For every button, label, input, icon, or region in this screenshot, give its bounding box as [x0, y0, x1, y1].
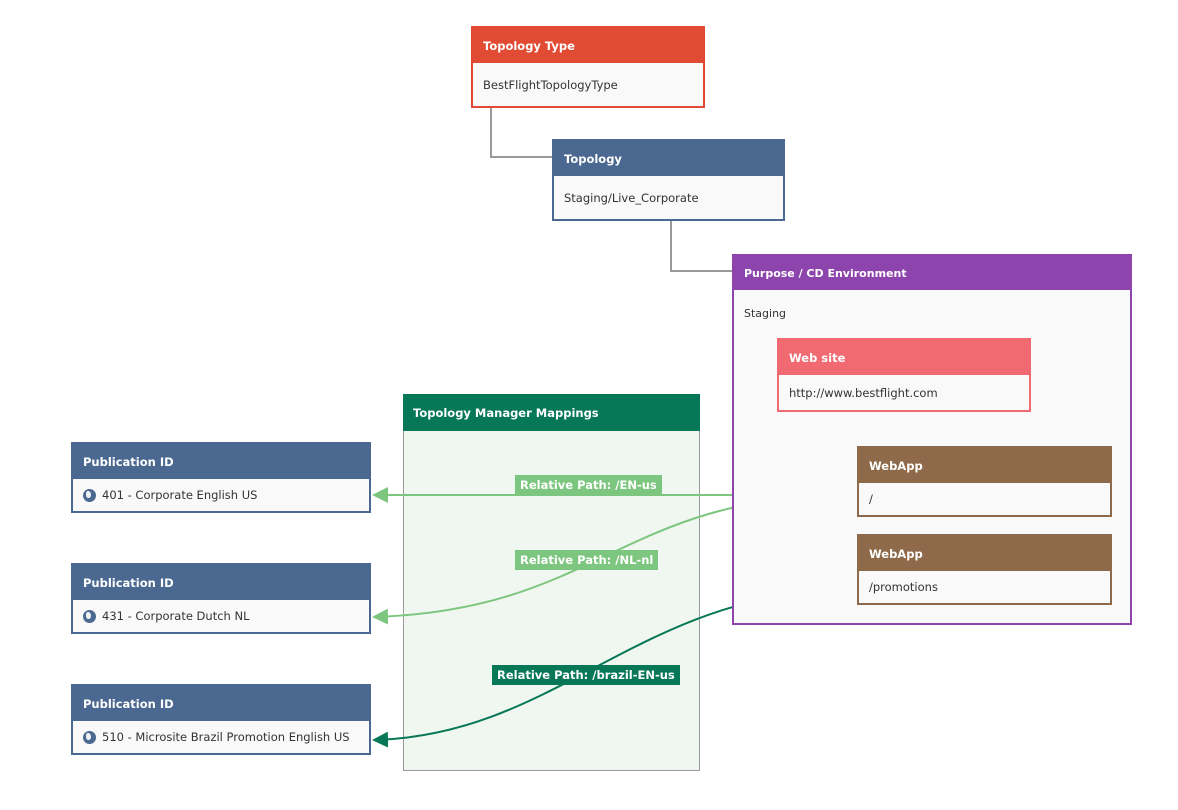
webapp-path: /promotions	[869, 580, 938, 594]
website-box: Web site http://www.bestflight.com	[777, 338, 1031, 412]
publication-box: Publication ID 431 - Corporate Dutch NL	[71, 563, 371, 634]
publication-row: 401 - Corporate English US	[73, 479, 369, 511]
publication-value: 401 - Corporate English US	[102, 488, 258, 502]
webapp-box: WebApp /	[857, 446, 1112, 517]
publication-value: 510 - Microsite Brazil Promotion English…	[102, 730, 350, 744]
mapping-label-en-us: Relative Path: /EN-us	[515, 475, 662, 495]
connector-topology-purpose	[670, 220, 732, 272]
globe-icon	[83, 609, 96, 623]
purpose-value: Staging	[744, 306, 787, 320]
connector-type-topology	[490, 107, 552, 158]
publication-header: Publication ID	[73, 686, 369, 721]
website-header: Web site	[779, 340, 1029, 375]
mapping-label-nl-nl: Relative Path: /NL-nl	[515, 550, 659, 570]
purpose-header: Purpose / CD Environment	[734, 256, 1130, 290]
mapping-label-brazil: Relative Path: /brazil-EN-us	[492, 665, 680, 685]
publication-value: 431 - Corporate Dutch NL	[102, 609, 250, 623]
globe-icon	[83, 488, 96, 502]
publication-header: Publication ID	[73, 565, 369, 600]
globe-icon	[83, 730, 96, 744]
webapp-box: WebApp /promotions	[857, 534, 1112, 605]
topology-type-value: BestFlightTopologyType	[483, 77, 618, 92]
publication-row: 510 - Microsite Brazil Promotion English…	[73, 721, 369, 753]
publication-box: Publication ID 510 - Microsite Brazil Pr…	[71, 684, 371, 755]
publication-row: 431 - Corporate Dutch NL	[73, 600, 369, 632]
webapp-header: WebApp	[859, 448, 1110, 483]
topology-header: Topology	[554, 141, 783, 176]
publication-box: Publication ID 401 - Corporate English U…	[71, 442, 371, 513]
webapp-path: /	[869, 492, 873, 506]
topology-type-box: Topology Type BestFlightTopologyType	[471, 26, 705, 108]
webapp-header: WebApp	[859, 536, 1110, 571]
topology-box: Topology Staging/Live_Corporate	[552, 139, 785, 221]
topology-type-header: Topology Type	[473, 28, 703, 63]
topology-value: Staging/Live_Corporate	[564, 190, 699, 205]
publication-header: Publication ID	[73, 444, 369, 479]
website-url: http://www.bestflight.com	[789, 385, 938, 400]
